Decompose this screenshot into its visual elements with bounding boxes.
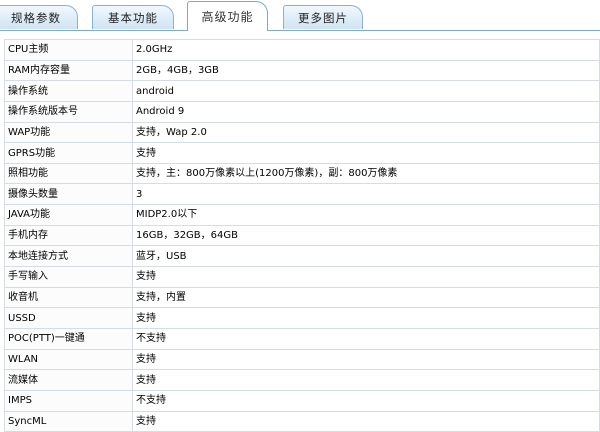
spec-key: 照相功能 <box>4 162 133 185</box>
spec-value: 3 <box>132 183 600 206</box>
spec-table: CPU主频 2.0GHz RAM内存容量 2GB，4GB，3GB 操作系统 andro… <box>4 39 600 432</box>
table-row: 收音机 支持，内置 <box>4 286 600 309</box>
spec-key: JAVA功能 <box>4 204 133 226</box>
spec-key: 手写输入 <box>4 266 133 288</box>
spec-key: 流媒体 <box>4 369 133 391</box>
spec-key: CPU主频 <box>4 39 133 61</box>
table-row: USSD 支持 <box>4 307 600 329</box>
table-row: 流媒体 支持 <box>4 369 600 391</box>
spec-value: 支持，主：800万像素以上(1200万像素)，副：800万像素 <box>132 162 600 185</box>
tab-specs[interactable]: 规格参数 <box>0 5 78 29</box>
spec-value: 支持，Wap 2.0 <box>132 121 600 144</box>
tab-basic-features[interactable]: 基本功能 <box>92 5 174 29</box>
table-row: 操作系统 android <box>4 80 600 102</box>
table-row: GPRS功能 支持 <box>4 142 600 164</box>
spec-key: GPRS功能 <box>4 142 133 164</box>
table-row: 手机内存 16GB，32GB，64GB <box>4 224 600 247</box>
table-row: 操作系统版本号 Android 9 <box>4 100 600 123</box>
tab-bar-divider <box>0 30 600 31</box>
table-row: POC(PTT)一键通 不支持 <box>4 327 600 350</box>
tab-more-images[interactable]: 更多图片 <box>283 5 363 29</box>
spec-key: 操作系统版本号 <box>4 100 133 123</box>
table-row: IMPS 不支持 <box>4 389 600 412</box>
table-row: WAP功能 支持，Wap 2.0 <box>4 121 600 144</box>
spec-key: WAP功能 <box>4 121 133 144</box>
spec-value: 支持 <box>132 142 600 164</box>
spec-key: 摄像头数量 <box>4 183 133 206</box>
spec-value: 支持 <box>132 266 600 288</box>
spec-value: Android 9 <box>132 100 600 123</box>
spec-value: 蓝牙，USB <box>132 245 600 268</box>
table-row: SyncML 支持 <box>4 410 600 432</box>
spec-value: 2GB，4GB，3GB <box>132 59 600 82</box>
table-row: 手写输入 支持 <box>4 266 600 288</box>
spec-key: IMPS <box>4 389 133 412</box>
spec-value: MIDP2.0以下 <box>132 204 600 226</box>
spec-key: 操作系统 <box>4 80 133 102</box>
spec-key: SyncML <box>4 410 133 432</box>
spec-value: 支持，内置 <box>132 286 600 309</box>
spec-value: 支持 <box>132 369 600 391</box>
spec-key: POC(PTT)一键通 <box>4 327 133 350</box>
spec-value: 不支持 <box>132 389 600 412</box>
spec-key: 手机内存 <box>4 224 133 247</box>
spec-value: 2.0GHz <box>132 39 600 61</box>
table-row: 本地连接方式 蓝牙，USB <box>4 245 600 268</box>
table-row: RAM内存容量 2GB，4GB，3GB <box>4 59 600 82</box>
spec-key: USSD <box>4 307 133 329</box>
table-row: CPU主频 2.0GHz <box>4 39 600 61</box>
spec-value: 支持 <box>132 307 600 329</box>
table-row: WLAN 支持 <box>4 348 600 371</box>
spec-value: 不支持 <box>132 327 600 350</box>
spec-value: 16GB，32GB，64GB <box>132 224 600 247</box>
spec-value: android <box>132 80 600 102</box>
tab-bar: 规格参数 基本功能 高级功能 更多图片 <box>0 0 600 32</box>
spec-value: 支持 <box>132 410 600 432</box>
spec-value: 支持 <box>132 348 600 371</box>
table-row: JAVA功能 MIDP2.0以下 <box>4 204 600 226</box>
spec-key: RAM内存容量 <box>4 59 133 82</box>
spec-key: 收音机 <box>4 286 133 309</box>
table-row: 照相功能 支持，主：800万像素以上(1200万像素)，副：800万像素 <box>4 162 600 185</box>
spec-key: WLAN <box>4 348 133 371</box>
tab-advanced-features[interactable]: 高级功能 <box>187 1 268 31</box>
table-row: 摄像头数量 3 <box>4 183 600 206</box>
spec-key: 本地连接方式 <box>4 245 133 268</box>
